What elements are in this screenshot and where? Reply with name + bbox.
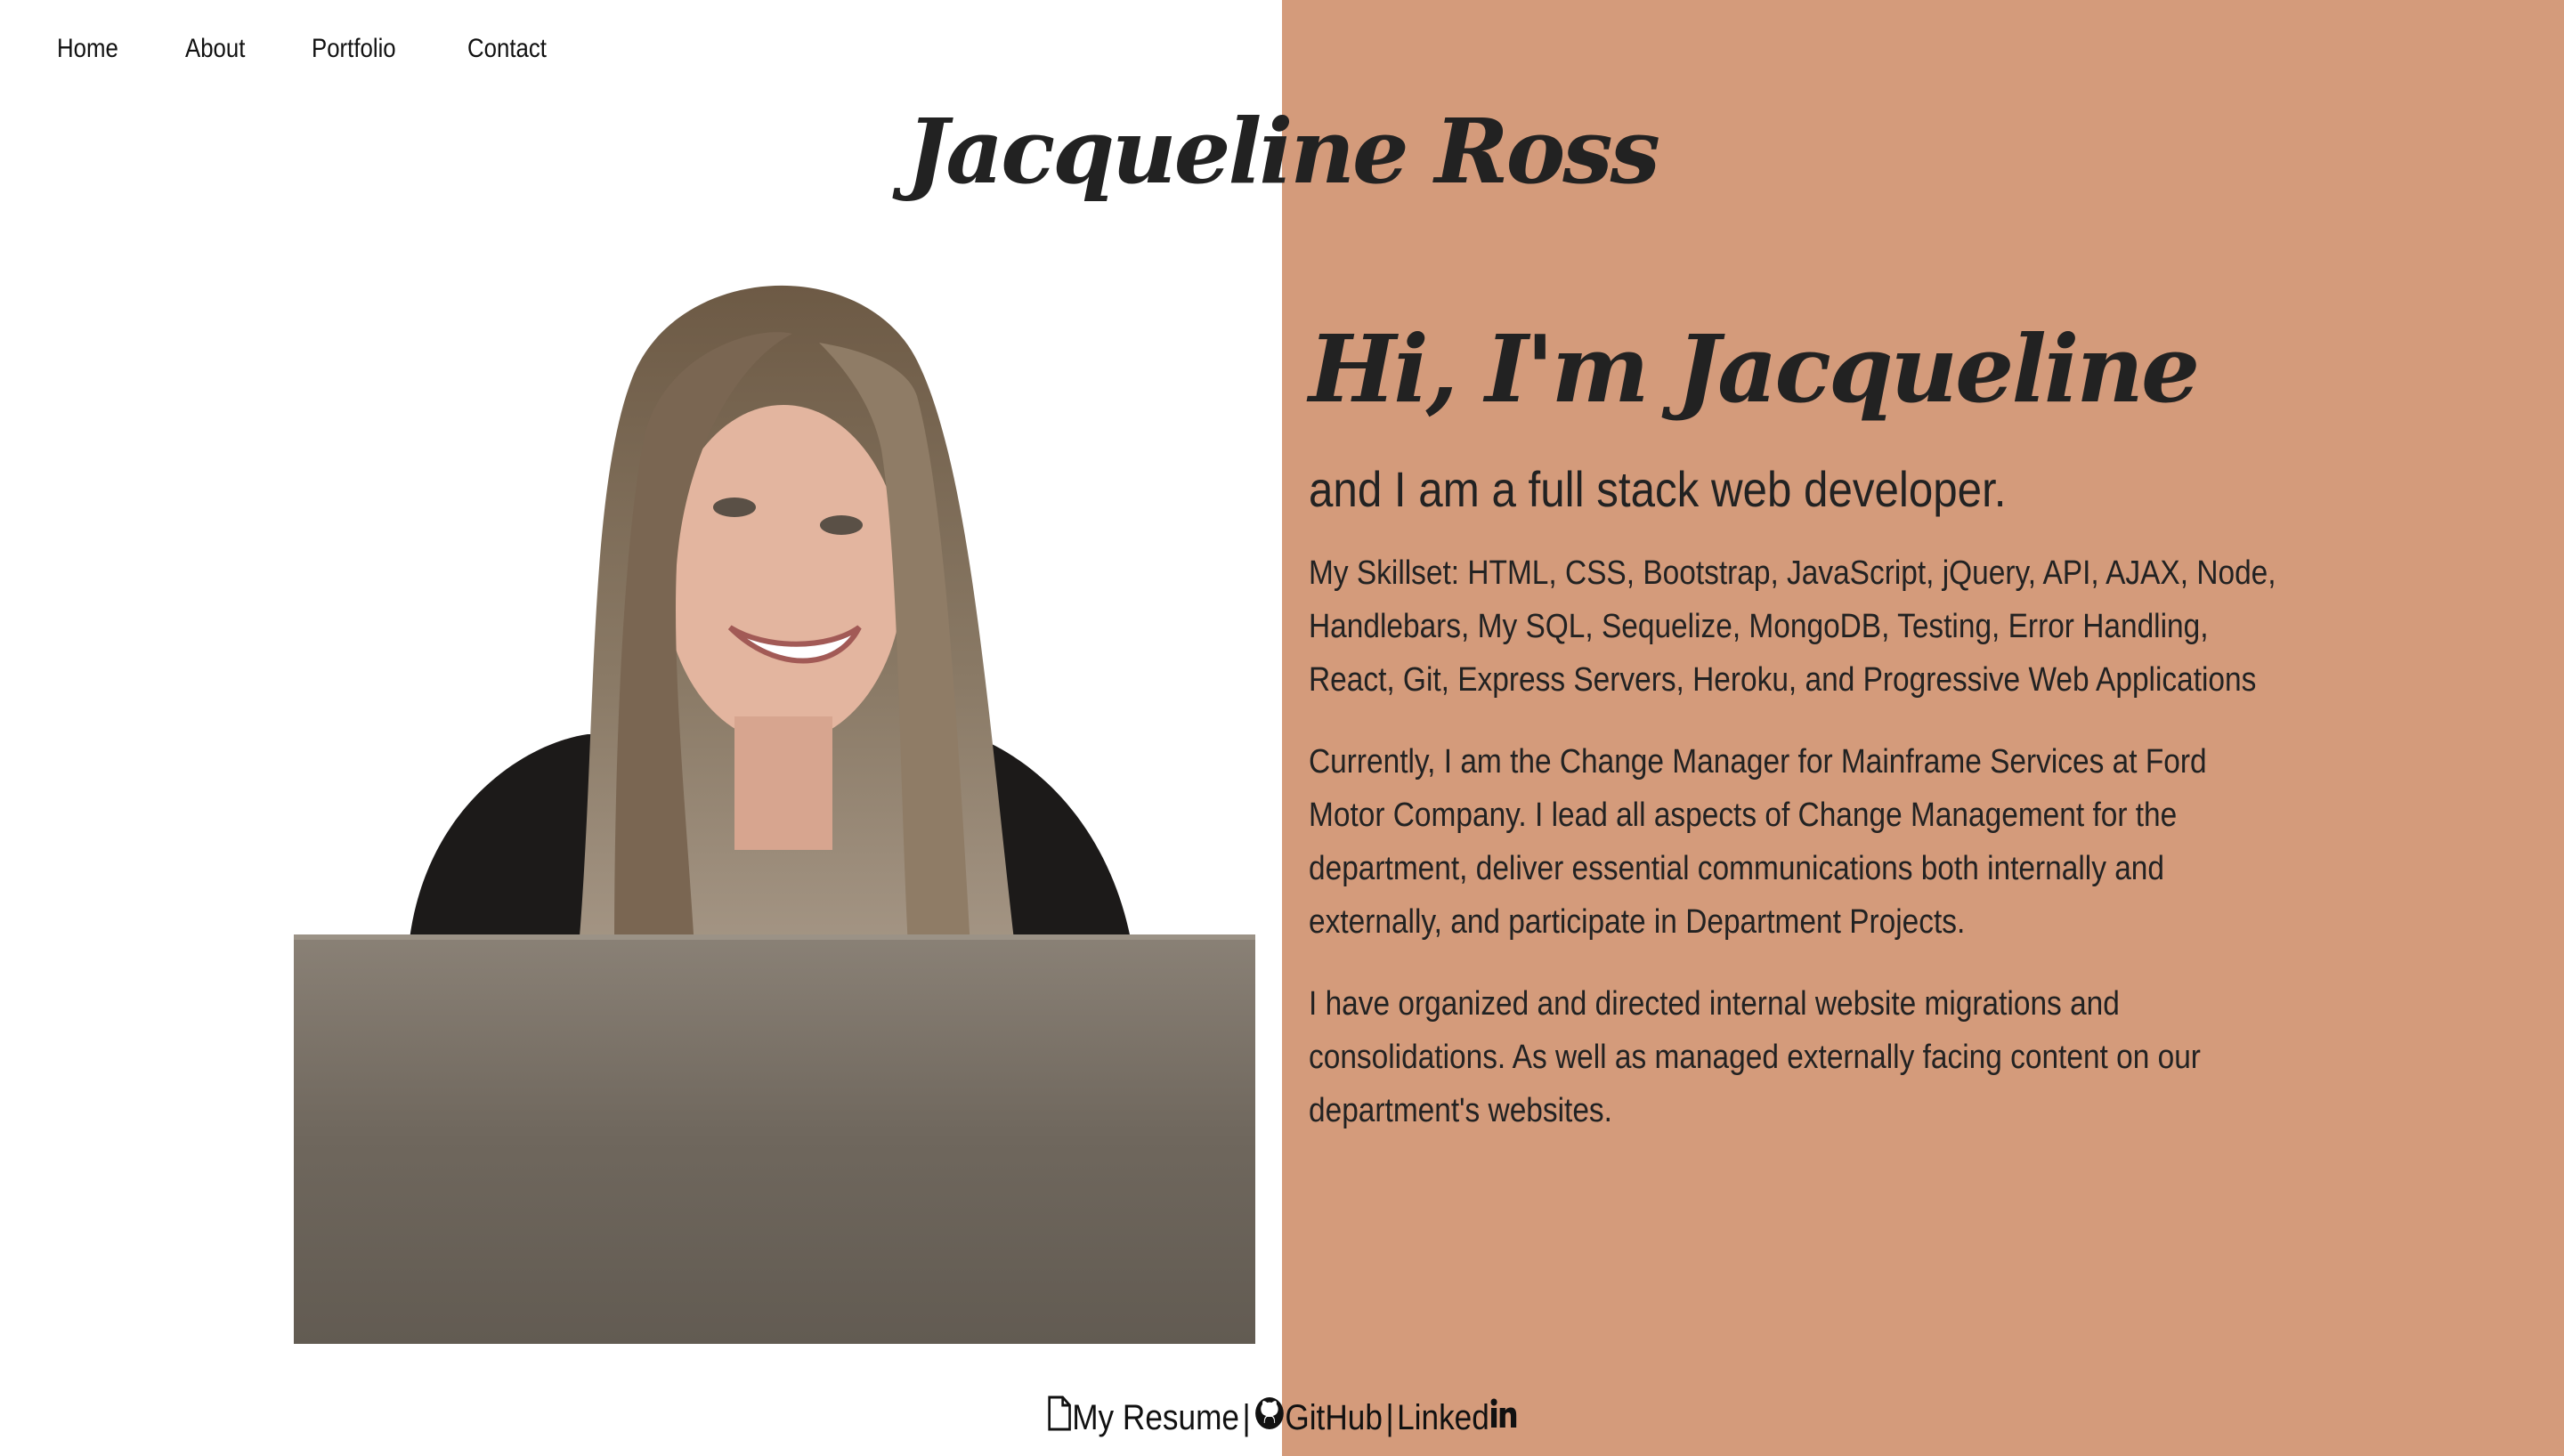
linkedin-label: Linked [1396, 1397, 1489, 1437]
top-nav: Home About Portfolio Contact [57, 30, 616, 68]
resume-link[interactable]: My Resume [1047, 1395, 1239, 1440]
footer-links: My Resume | GitHub | Linked [0, 1395, 2564, 1440]
about-section: Hi, I'm Jacqueline and I am a full stack… [1309, 303, 2288, 1166]
laptop-shape [294, 934, 1255, 1344]
site-title: Jacqueline Ross [906, 99, 1660, 204]
nav-contact[interactable]: Contact [467, 30, 547, 68]
profile-photo [294, 271, 1255, 1344]
experience-paragraph: I have organized and directed internal w… [1309, 985, 2201, 1129]
page: Home About Portfolio Contact Jacqueline … [0, 0, 2564, 1456]
github-icon [1254, 1395, 1285, 1440]
skills-paragraph: My Skillset: HTML, CSS, Bootstrap, JavaS… [1309, 554, 2276, 699]
linkedin-link[interactable]: Linked [1397, 1397, 1517, 1438]
current-role-paragraph: Currently, I am the Change Manager for M… [1309, 743, 2207, 941]
github-label: GitHub [1285, 1397, 1383, 1437]
file-icon [1047, 1395, 1072, 1440]
nav-home[interactable]: Home [57, 30, 118, 68]
greeting-heading: Hi, I'm Jacqueline [1309, 314, 2200, 424]
github-link[interactable]: GitHub [1254, 1395, 1383, 1440]
linkedin-icon [1489, 1397, 1518, 1438]
tagline: and I am a full stack web developer. [1309, 461, 2007, 517]
separator: | [1385, 1397, 1394, 1437]
nav-about[interactable]: About [185, 30, 245, 68]
resume-label: My Resume [1071, 1397, 1239, 1437]
nav-portfolio[interactable]: Portfolio [312, 30, 396, 68]
separator: | [1242, 1397, 1251, 1437]
